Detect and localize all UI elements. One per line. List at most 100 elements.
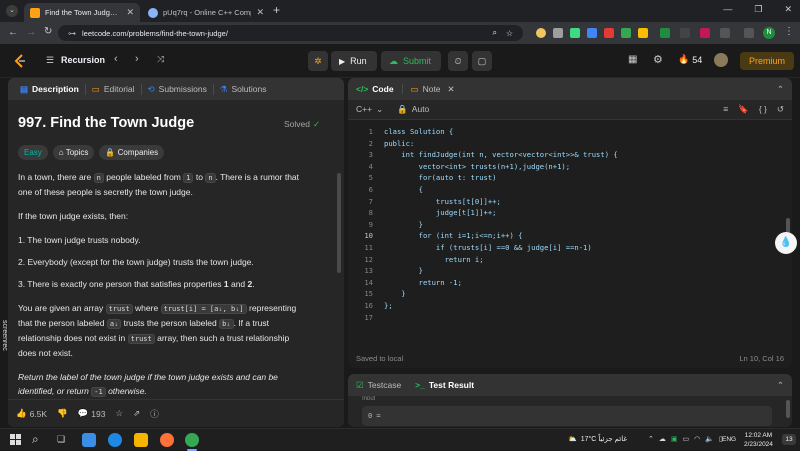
tab-test-result[interactable]: >_ Test Result	[415, 380, 474, 390]
close-tab-icon[interactable]: ✕	[448, 84, 455, 95]
wifi-icon[interactable]: ◠	[694, 435, 700, 443]
site-info-icon[interactable]: ⊶	[68, 29, 76, 38]
forward-icon[interactable]: →	[26, 27, 36, 38]
notification-badge[interactable]: 13	[782, 434, 796, 445]
sidebar-icon[interactable]	[744, 28, 754, 38]
prev-problem-icon[interactable]: ‹	[114, 53, 118, 65]
chevron-up-icon[interactable]: ⌃	[648, 435, 654, 443]
bottom-scrollbar[interactable]	[786, 400, 790, 418]
code-line[interactable]: 12 return i;	[348, 254, 778, 266]
problem-list-icon[interactable]: ☰	[46, 55, 54, 66]
notes-button[interactable]: ▢	[472, 51, 492, 71]
tab-submissions[interactable]: ⟲ Submissions	[142, 83, 214, 95]
shuffle-icon[interactable]: ⤨	[157, 54, 164, 65]
app-tray-icon[interactable]: ▣	[671, 435, 678, 443]
language-indicator[interactable]: ENG	[722, 436, 736, 443]
restore-icon[interactable]: ❐	[754, 4, 762, 15]
problem-list-title[interactable]: Recursion	[61, 55, 105, 65]
code-line[interactable]: 14 return -1;	[348, 277, 778, 289]
user-avatar[interactable]	[714, 53, 728, 67]
layout-icon[interactable]: ▦	[628, 54, 637, 65]
tab-code[interactable]: </> Code	[356, 84, 403, 94]
tab-editorial[interactable]: ▭ Editorial	[86, 83, 142, 95]
format-icon[interactable]: ≡	[723, 104, 728, 115]
tab-search-button[interactable]: ⌄	[6, 5, 18, 17]
close-tab-icon[interactable]: ✕	[126, 7, 134, 18]
left-scrollbar[interactable]	[337, 173, 341, 273]
puzzle-extensions-icon[interactable]	[720, 28, 730, 38]
timer-button[interactable]: ⏲	[448, 51, 468, 71]
code-line[interactable]: 2 public:	[348, 138, 778, 150]
comments-button[interactable]: 💬 193	[78, 408, 106, 419]
code-line[interactable]: 4 vector<int> trusts(n+1),judge(n+1);	[348, 161, 778, 173]
extension-icon[interactable]	[680, 28, 690, 38]
braces-icon[interactable]: { }	[759, 104, 767, 115]
search-icon[interactable]: ⌕	[32, 432, 39, 447]
leetcode-logo-icon[interactable]	[14, 54, 26, 68]
new-tab-button[interactable]: +	[273, 3, 280, 17]
code-line[interactable]: 16};	[348, 300, 778, 312]
widgets-icon[interactable]	[82, 433, 96, 447]
file-explorer-icon[interactable]	[134, 433, 148, 447]
close-window-icon[interactable]: ✕	[784, 4, 792, 15]
volume-icon[interactable]: 🔈	[705, 435, 714, 443]
browser-tab-leetcode[interactable]: Find the Town Judge - LeetCode ✕	[24, 3, 140, 22]
code-line[interactable]: 8 judge[t[1]]++;	[348, 207, 778, 219]
chrome-menu-icon[interactable]: ⋮	[784, 26, 794, 37]
code-line[interactable]: 13 }	[348, 265, 778, 277]
extension-icon[interactable]	[621, 28, 631, 38]
tab-testcase[interactable]: ☑ Testcase	[356, 380, 401, 391]
code-area[interactable]: 1 class Solution {2 public: 3 int findJudge…	[348, 126, 778, 323]
favorite-star-icon[interactable]: ☆	[115, 408, 123, 419]
code-line[interactable]: 9 }	[348, 219, 778, 231]
code-line[interactable]: 15 }	[348, 288, 778, 300]
code-line[interactable]: 11 if (trusts[i] ==0 && judge[i] ==n-1)	[348, 242, 778, 254]
extension-icon[interactable]	[660, 28, 670, 38]
address-bar[interactable]: ⊶ leetcode.com/problems/find-the-town-ju…	[58, 25, 523, 41]
language-selector[interactable]: C++ ⌄	[356, 104, 383, 115]
clock[interactable]: 12:02 AM 2/23/2024	[744, 431, 773, 449]
run-button[interactable]: ▶ Run	[331, 51, 377, 71]
extension-icon[interactable]	[604, 28, 614, 38]
tab-note[interactable]: ▭ Note ✕	[403, 84, 455, 95]
back-icon[interactable]: ←	[8, 27, 18, 38]
tab-description[interactable]: ▤ Description	[14, 83, 86, 95]
extension-icon[interactable]	[638, 28, 648, 38]
code-line[interactable]: 5 for(auto t: trust)	[348, 172, 778, 184]
next-problem-icon[interactable]: ›	[135, 53, 139, 65]
minimize-icon[interactable]: —	[723, 4, 732, 15]
bing-icon[interactable]	[108, 433, 122, 447]
collapse-icon[interactable]: ⌃	[777, 380, 784, 391]
help-icon[interactable]: ⓘ	[150, 408, 159, 420]
search-icon[interactable]: ⌕	[493, 28, 497, 38]
code-line[interactable]: 17	[348, 312, 778, 324]
submit-button[interactable]: ☁ Submit	[381, 51, 441, 71]
chrome-icon[interactable]	[185, 433, 199, 447]
share-icon[interactable]: ⇗	[133, 408, 140, 419]
like-button[interactable]: 👍 6.5K	[16, 408, 47, 419]
code-line[interactable]: 3 int findJudge(int n, vector<vector<int…	[348, 149, 778, 161]
bookmark-star-icon[interactable]: ☆	[506, 29, 513, 38]
browser-tab-compiler[interactable]: pUq7rq - Online C++ Compiler ✕	[142, 3, 270, 22]
windows-start-icon[interactable]	[10, 434, 21, 445]
close-tab-icon[interactable]: ✕	[256, 7, 264, 18]
collapse-icon[interactable]: ⌃	[777, 84, 784, 95]
profile-avatar[interactable]: N	[763, 27, 775, 39]
streak-counter[interactable]: 🔥 54	[678, 54, 702, 65]
weather-widget[interactable]: ⛅ 17°C غائم جزئياً	[568, 435, 627, 443]
code-line[interactable]: 10 for (int i=1;i<=n;i++) {	[348, 230, 778, 242]
reload-icon[interactable]: ↻	[44, 26, 52, 37]
extension-icon[interactable]	[536, 28, 546, 38]
reset-icon[interactable]: ↺	[777, 104, 784, 115]
code-line[interactable]: 1 class Solution {	[348, 126, 778, 138]
debug-button[interactable]: ✲	[308, 51, 328, 71]
topics-badge[interactable]: ⌂ Topics	[52, 145, 95, 160]
bookmark-icon[interactable]: 🔖	[738, 104, 749, 115]
extension-icon[interactable]	[553, 28, 563, 38]
code-line[interactable]: 7 trusts[t[0]]++;	[348, 196, 778, 208]
cloud-icon[interactable]: ☁	[659, 435, 666, 443]
extension-icon[interactable]	[587, 28, 597, 38]
firefox-icon[interactable]	[160, 433, 174, 447]
floating-assistant-button[interactable]: 💧	[775, 232, 797, 254]
mode-indicator[interactable]: 🔒 Auto	[397, 104, 429, 115]
